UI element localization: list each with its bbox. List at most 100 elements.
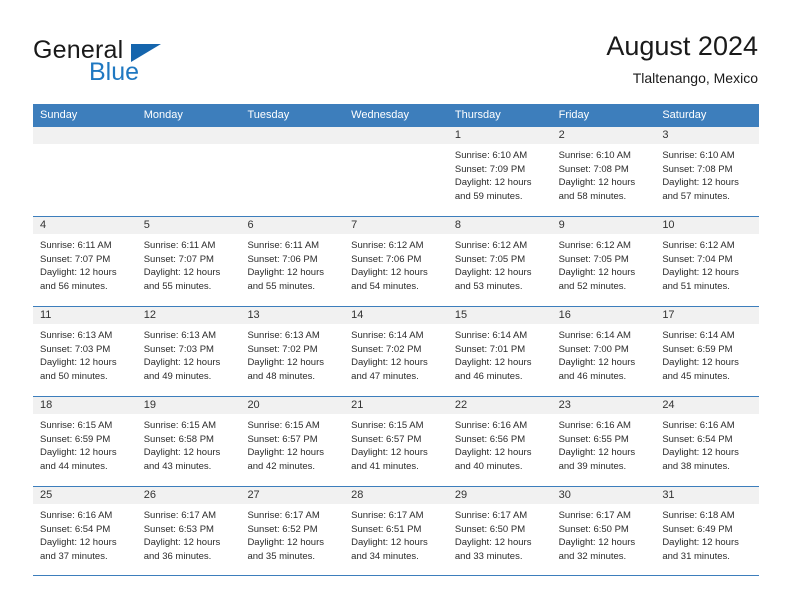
day-cell[interactable]: 28 Sunrise: 6:17 AM Sunset: 6:51 PM Dayl… [344,487,448,575]
day-cell[interactable]: 2 Sunrise: 6:10 AM Sunset: 7:08 PM Dayli… [551,127,656,216]
day-details: Sunrise: 6:12 AM Sunset: 7:05 PM Dayligh… [448,234,552,293]
daylight-text-line1: Daylight: 12 hours [40,537,117,549]
sunset-text: Sunset: 6:57 PM [247,433,318,445]
day-cell[interactable]: 23 Sunrise: 6:16 AM Sunset: 6:55 PM Dayl… [551,397,656,486]
sunrise-text: Sunrise: 6:16 AM [40,510,113,521]
day-cell[interactable]: 18 Sunrise: 6:15 AM Sunset: 6:59 PM Dayl… [33,397,137,486]
day-cell[interactable]: 19 Sunrise: 6:15 AM Sunset: 6:58 PM Dayl… [136,397,241,486]
daylight-text-line1: Daylight: 12 hours [143,267,221,279]
weekday-header-friday: Friday [558,109,590,121]
day-cell[interactable]: 31 Sunrise: 6:18 AM Sunset: 6:49 PM Dayl… [655,487,760,575]
day-cell[interactable]: 30 Sunrise: 6:17 AM Sunset: 6:50 PM Dayl… [551,487,656,575]
sunset-text: Sunset: 7:02 PM [247,343,318,355]
day-number: 1 [447,127,552,144]
day-number: 25 [33,487,137,504]
daylight-text-line2: and 45 minutes. [662,370,730,382]
sunrise-text: Sunrise: 6:13 AM [143,330,217,341]
daylight-text-line1: Daylight: 12 hours [247,267,325,279]
day-cell[interactable]: 11 Sunrise: 6:13 AM Sunset: 7:03 PM Dayl… [33,307,137,396]
day-details: Sunrise: 6:14 AM Sunset: 7:02 PM Dayligh… [344,324,448,383]
sunset-text: Sunset: 7:06 PM [351,253,422,265]
day-number: 7 [344,217,448,234]
sunset-text: Sunset: 6:59 PM [40,433,111,445]
daylight-text-line1: Daylight: 12 hours [247,537,325,549]
day-cell[interactable]: 15 Sunrise: 6:14 AM Sunset: 7:01 PM Dayl… [447,307,552,396]
day-details: Sunrise: 6:12 AM Sunset: 7:05 PM Dayligh… [552,234,656,293]
daylight-text-line2: and 55 minutes. [247,280,316,292]
day-details: Sunrise: 6:16 AM Sunset: 6:56 PM Dayligh… [448,414,552,473]
daylight-text-line1: Daylight: 12 hours [143,357,221,369]
weekday-header-wednesday: Wednesday [351,109,410,121]
daylight-text-line2: and 31 minutes. [662,550,730,562]
weekday-header-monday: Monday [143,109,183,121]
day-details [344,144,448,149]
day-cell[interactable]: 26 Sunrise: 6:17 AM Sunset: 6:53 PM Dayl… [136,487,241,575]
day-cell[interactable]: 22 Sunrise: 6:16 AM Sunset: 6:56 PM Dayl… [447,397,552,486]
day-cell[interactable]: 29 Sunrise: 6:17 AM Sunset: 6:50 PM Dayl… [447,487,552,575]
sunset-text: Sunset: 6:54 PM [662,433,733,445]
daylight-text-line1: Daylight: 12 hours [454,447,532,459]
day-cell[interactable]: 20 Sunrise: 6:15 AM Sunset: 6:57 PM Dayl… [240,397,345,486]
day-cell[interactable]: 17 Sunrise: 6:14 AM Sunset: 6:59 PM Dayl… [655,307,760,396]
sunrise-text: Sunrise: 6:15 AM [351,420,424,431]
day-cell[interactable]: 9 Sunrise: 6:12 AM Sunset: 7:05 PM Dayli… [551,217,656,306]
day-details: Sunrise: 6:17 AM Sunset: 6:52 PM Dayligh… [240,504,344,563]
day-cell[interactable]: 27 Sunrise: 6:17 AM Sunset: 6:52 PM Dayl… [240,487,345,575]
day-cell[interactable]: 6 Sunrise: 6:11 AM Sunset: 7:06 PM Dayli… [240,217,345,306]
sunrise-text: Sunrise: 6:12 AM [454,240,528,251]
day-cell[interactable]: 16 Sunrise: 6:14 AM Sunset: 7:00 PM Dayl… [551,307,656,396]
sunset-text: Sunset: 6:50 PM [454,523,526,535]
day-number: 21 [344,397,448,414]
daylight-text-line2: and 44 minutes. [40,460,108,472]
day-number [136,127,241,144]
day-details: Sunrise: 6:14 AM Sunset: 7:00 PM Dayligh… [552,324,656,383]
day-details: Sunrise: 6:16 AM Sunset: 6:54 PM Dayligh… [33,504,137,563]
sunrise-text: Sunrise: 6:15 AM [247,420,320,431]
sunset-text: Sunset: 6:54 PM [40,523,111,535]
daylight-text-line1: Daylight: 12 hours [351,267,428,279]
day-cell[interactable]: 12 Sunrise: 6:13 AM Sunset: 7:03 PM Dayl… [136,307,241,396]
daylight-text-line1: Daylight: 12 hours [247,357,325,369]
day-details: Sunrise: 6:13 AM Sunset: 7:02 PM Dayligh… [240,324,344,383]
day-number: 9 [551,217,656,234]
day-details: Sunrise: 6:17 AM Sunset: 6:50 PM Dayligh… [448,504,552,563]
daylight-text-line1: Daylight: 12 hours [558,447,636,459]
daylight-text-line2: and 50 minutes. [40,370,108,382]
brand-logo[interactable]: General Blue [33,36,253,92]
day-number: 31 [655,487,760,504]
day-cell[interactable]: 13 Sunrise: 6:13 AM Sunset: 7:02 PM Dayl… [240,307,345,396]
day-cell[interactable]: 25 Sunrise: 6:16 AM Sunset: 6:54 PM Dayl… [33,487,137,575]
day-cell[interactable]: 4 Sunrise: 6:11 AM Sunset: 7:07 PM Dayli… [33,217,137,306]
daylight-text-line1: Daylight: 12 hours [247,447,325,459]
day-details: Sunrise: 6:11 AM Sunset: 7:07 PM Dayligh… [137,234,241,293]
day-cell[interactable]: 3 Sunrise: 6:10 AM Sunset: 7:08 PM Dayli… [655,127,760,216]
sunset-text: Sunset: 7:08 PM [662,163,733,175]
daylight-text-line2: and 40 minutes. [454,460,523,472]
sunrise-text: Sunrise: 6:13 AM [247,330,320,341]
day-details: Sunrise: 6:10 AM Sunset: 7:09 PM Dayligh… [448,144,552,203]
page-header: General Blue August 2024 Tlaltenango, Me… [0,0,792,104]
day-cell[interactable]: 5 Sunrise: 6:11 AM Sunset: 7:07 PM Dayli… [136,217,241,306]
calendar-page: General Blue August 2024 Tlaltenango, Me… [0,0,792,612]
calendar-week-row: 25 Sunrise: 6:16 AM Sunset: 6:54 PM Dayl… [33,486,760,576]
day-cell[interactable]: 7 Sunrise: 6:12 AM Sunset: 7:06 PM Dayli… [344,217,448,306]
weekday-header-thursday: Thursday [454,109,501,121]
day-details: Sunrise: 6:13 AM Sunset: 7:03 PM Dayligh… [137,324,241,383]
daylight-text-line2: and 56 minutes. [40,280,108,292]
daylight-text-line1: Daylight: 12 hours [40,357,117,369]
daylight-text-line1: Daylight: 12 hours [662,357,739,369]
day-cell[interactable]: 24 Sunrise: 6:16 AM Sunset: 6:54 PM Dayl… [655,397,760,486]
daylight-text-line1: Daylight: 12 hours [351,447,428,459]
daylight-text-line2: and 41 minutes. [351,460,419,472]
day-cell[interactable]: 10 Sunrise: 6:12 AM Sunset: 7:04 PM Dayl… [655,217,760,306]
day-cell[interactable]: 14 Sunrise: 6:14 AM Sunset: 7:02 PM Dayl… [344,307,448,396]
day-number: 26 [136,487,241,504]
daylight-text-line2: and 47 minutes. [351,370,419,382]
day-cell[interactable]: 8 Sunrise: 6:12 AM Sunset: 7:05 PM Dayli… [447,217,552,306]
day-cell[interactable]: 1 Sunrise: 6:10 AM Sunset: 7:09 PM Dayli… [447,127,552,216]
day-number: 16 [551,307,656,324]
sunrise-text: Sunrise: 6:11 AM [143,240,216,251]
day-cell[interactable]: 21 Sunrise: 6:15 AM Sunset: 6:57 PM Dayl… [344,397,448,486]
day-number: 13 [240,307,345,324]
daylight-text-line2: and 39 minutes. [558,460,627,472]
